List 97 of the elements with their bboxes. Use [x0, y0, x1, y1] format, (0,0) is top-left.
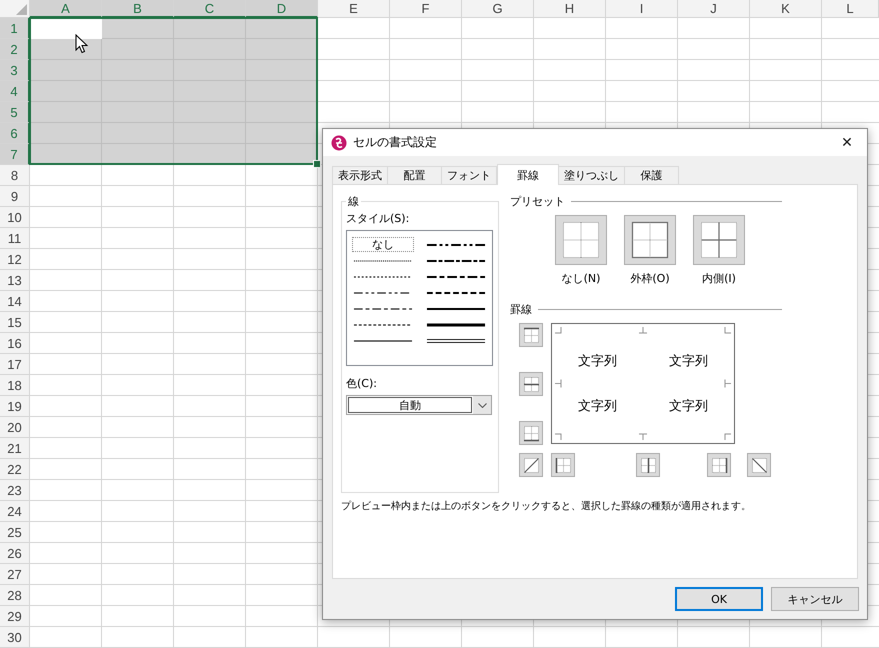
row-header[interactable]: 21 — [0, 438, 30, 459]
column-header[interactable]: C — [174, 0, 246, 18]
row-header[interactable]: 7 — [0, 144, 30, 165]
right-border-icon — [710, 456, 728, 474]
border-button[interactable] — [551, 453, 575, 477]
preset-label: なし(N) — [562, 271, 600, 286]
border-button[interactable] — [519, 323, 543, 347]
row-header[interactable]: 26 — [0, 543, 30, 564]
active-cell[interactable] — [31, 19, 102, 39]
row-header[interactable]: 15 — [0, 312, 30, 333]
border-button[interactable] — [747, 453, 771, 477]
column-header[interactable]: E — [318, 0, 390, 18]
column-header[interactable]: J — [678, 0, 750, 18]
row-header[interactable]: 6 — [0, 123, 30, 144]
row-header[interactable]: 11 — [0, 228, 30, 249]
sample-text: 文字列 — [577, 352, 618, 371]
group-title: 線 — [347, 194, 360, 209]
sample-text: 文字列 — [668, 398, 709, 416]
sample-text: 文字列 — [577, 398, 618, 416]
column-header[interactable]: L — [822, 0, 879, 18]
row-header[interactable]: 10 — [0, 207, 30, 228]
tab[interactable]: フォント — [442, 166, 497, 184]
row-header[interactable]: 13 — [0, 270, 30, 291]
row-header[interactable]: 14 — [0, 291, 30, 312]
tab[interactable]: 配置 — [388, 166, 442, 184]
column-header[interactable]: H — [534, 0, 606, 18]
line-style-option[interactable]: なし — [352, 237, 414, 252]
outline-border-preset-icon — [631, 221, 669, 259]
fill-handle[interactable] — [313, 160, 321, 168]
tab[interactable]: 罫線 — [497, 164, 559, 185]
no-border-preset-icon — [562, 221, 600, 259]
top-border-icon — [522, 326, 540, 344]
row-header[interactable]: 8 — [0, 165, 30, 186]
row-header[interactable]: 9 — [0, 186, 30, 207]
row-header[interactable]: 19 — [0, 396, 30, 417]
row-header[interactable]: 1 — [0, 18, 30, 39]
row-header[interactable]: 3 — [0, 60, 30, 81]
column-header[interactable]: I — [606, 0, 678, 18]
row-header[interactable]: 22 — [0, 459, 30, 480]
border-button[interactable] — [707, 453, 731, 477]
selected-range[interactable] — [29, 17, 318, 165]
border-preview[interactable]: 文字列 文字列 文字列 文字列 — [551, 323, 735, 444]
row-header[interactable]: 4 — [0, 81, 30, 102]
preset-button[interactable] — [555, 215, 607, 265]
color-dropdown[interactable]: 自動 — [346, 395, 492, 415]
row-header[interactable]: 27 — [0, 564, 30, 585]
column-header[interactable]: G — [462, 0, 534, 18]
hint-text: プレビュー枠内または上のボタンをクリックすると、選択した罫線の種類が適用されます。 — [341, 500, 752, 513]
sample-text: 文字列 — [668, 352, 709, 371]
column-header[interactable]: D — [246, 0, 318, 18]
horizontal-border-icon — [522, 376, 540, 392]
dialog-button[interactable]: OK — [675, 587, 763, 611]
row-header[interactable]: 18 — [0, 375, 30, 396]
preset-button[interactable] — [693, 215, 745, 265]
column-header[interactable]: A — [30, 0, 102, 18]
line-sample-icon — [426, 320, 486, 328]
vertical-border-icon — [640, 456, 656, 474]
row-header[interactable]: 12 — [0, 249, 30, 270]
row-header[interactable]: 20 — [0, 417, 30, 438]
column-header[interactable]: F — [390, 0, 462, 18]
column-header[interactable]: B — [102, 0, 174, 18]
dialog-title: セルの書式設定 — [353, 134, 437, 151]
style-label: スタイル(S): — [346, 211, 410, 226]
row-header[interactable]: 25 — [0, 522, 30, 543]
left-border-icon — [554, 456, 572, 474]
row-header[interactable]: 2 — [0, 39, 30, 60]
row-header[interactable]: 24 — [0, 501, 30, 522]
preset-label: 外枠(O) — [630, 271, 670, 286]
app-icon — [331, 134, 347, 150]
border-button[interactable] — [519, 372, 543, 396]
diagonal-down-icon — [750, 456, 768, 474]
preset-button[interactable] — [624, 215, 676, 265]
cursor-icon — [75, 34, 89, 54]
tab[interactable]: 保護 — [625, 166, 679, 184]
dialog-button[interactable]: キャンセル — [771, 587, 859, 611]
section-title: 罫線 — [510, 302, 532, 317]
row-header[interactable]: 30 — [0, 627, 30, 648]
color-label: 色(C): — [346, 376, 378, 391]
row-header[interactable]: 16 — [0, 333, 30, 354]
row-header[interactable]: 29 — [0, 606, 30, 627]
row-header[interactable]: 23 — [0, 480, 30, 501]
preset-label: 内側(I) — [702, 271, 736, 286]
inside-border-preset-icon — [700, 221, 738, 259]
close-button[interactable]: ✕ — [827, 129, 867, 156]
bottom-border-icon — [522, 424, 540, 442]
diagonal-up-icon — [522, 456, 540, 474]
column-header[interactable]: K — [750, 0, 822, 18]
border-button[interactable] — [519, 453, 543, 477]
tab[interactable]: 塗りつぶし — [559, 166, 625, 184]
tab[interactable]: 表示形式 — [332, 166, 388, 184]
section-title: プリセット — [510, 194, 565, 209]
border-button[interactable] — [519, 421, 543, 445]
row-header[interactable]: 28 — [0, 585, 30, 606]
row-header[interactable]: 5 — [0, 102, 30, 123]
row-header[interactable]: 17 — [0, 354, 30, 375]
border-button[interactable] — [636, 453, 660, 477]
line-sample-icon — [426, 336, 486, 344]
